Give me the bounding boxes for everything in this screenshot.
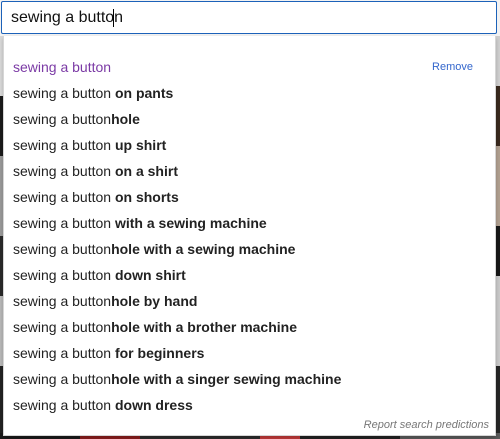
suggestion-typed-text: sewing a button (13, 111, 112, 127)
suggestion-typed-text: sewing a button (13, 397, 115, 413)
suggestion-item[interactable]: sewing a button on a shirt (4, 158, 495, 184)
suggestion-completion-text: hole with a singer sewing machine (111, 371, 342, 387)
suggestion-typed-text: sewing a button (13, 59, 112, 75)
suggestion-completion-text: down dress (114, 397, 193, 413)
suggestion-typed-text: sewing a button (13, 241, 112, 257)
suggestion-completion-text: for beginners (114, 345, 205, 361)
suggestion-item[interactable]: sewing a button on pants (4, 80, 495, 106)
suggestion-completion-text: on a shirt (114, 163, 178, 179)
suggestion-completion-text: hole with a sewing machine (111, 241, 296, 257)
suggestion-item[interactable]: sewing a buttonhole with a singer sewing… (4, 366, 495, 392)
suggestion-item[interactable]: sewing a button for beginners (4, 340, 495, 366)
suggestion-item[interactable]: sewing a button down shirt (4, 262, 495, 288)
suggestion-item[interactable]: sewing a button up shirt (4, 132, 495, 158)
suggestion-typed-text: sewing a button (13, 215, 115, 231)
suggestion-typed-text: sewing a button (13, 189, 115, 205)
report-predictions-link[interactable]: Report search predictions (364, 419, 489, 431)
suggestion-item[interactable]: sewing a buttonhole (4, 106, 495, 132)
suggestion-typed-text: sewing a button (13, 85, 115, 101)
suggestion-typed-text: sewing a button (13, 319, 112, 335)
suggestion-item[interactable]: sewing a buttonhole with a brother machi… (4, 314, 495, 340)
suggestions-dropdown: sewing a button Remove sewing a button o… (3, 36, 496, 436)
suggestion-item[interactable]: sewing a button Remove (4, 54, 495, 80)
suggestion-typed-text: sewing a button (13, 163, 115, 179)
text-caret (113, 9, 114, 27)
suggestion-item[interactable]: sewing a button on shorts (4, 184, 495, 210)
suggestion-item[interactable]: sewing a button down dress (4, 392, 495, 418)
suggestion-completion-text: on shorts (114, 189, 179, 205)
suggestion-completion-text: with a sewing machine (114, 215, 267, 231)
suggestion-typed-text: sewing a button (13, 137, 115, 153)
remove-history-button[interactable]: Remove (432, 54, 473, 80)
search-input[interactable] (2, 2, 496, 33)
suggestion-completion-text: hole by hand (111, 293, 198, 309)
suggestion-item[interactable]: sewing a button with a sewing machine (4, 210, 495, 236)
suggestion-typed-text: sewing a button (13, 293, 112, 309)
suggestion-item[interactable]: sewing a buttonhole by hand (4, 288, 495, 314)
suggestion-typed-text: sewing a button (13, 267, 115, 283)
suggestion-item[interactable]: sewing a buttonhole with a sewing machin… (4, 236, 495, 262)
suggestion-completion-text: up shirt (114, 137, 167, 153)
suggestion-list: sewing a button Remove sewing a button o… (4, 36, 495, 418)
suggestion-completion-text: on pants (114, 85, 174, 101)
suggestion-completion-text: hole (111, 111, 140, 127)
search-box[interactable] (1, 1, 497, 34)
suggestion-typed-text: sewing a button (13, 371, 112, 387)
suggestion-completion-text: hole with a brother machine (111, 319, 297, 335)
suggestion-typed-text: sewing a button (13, 345, 115, 361)
suggestion-completion-text: down shirt (114, 267, 186, 283)
background-page-right (496, 36, 500, 439)
